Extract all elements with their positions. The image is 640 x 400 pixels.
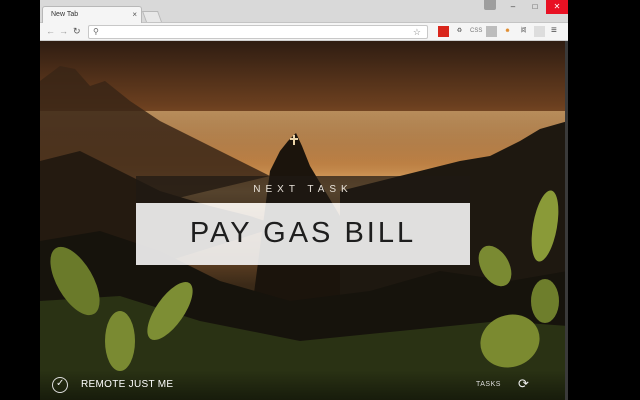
tasks-link[interactable]: TASKS — [476, 381, 501, 388]
app-logo-icon[interactable]: ✓ — [52, 377, 68, 393]
next-task-label: NEXT TASK — [253, 184, 353, 195]
bottom-bar: ✓ REMOTE JUST ME TASKS ⟳ — [40, 370, 568, 400]
ext-smiley-icon[interactable]: ☻ — [502, 26, 513, 37]
reload-icon[interactable]: ↻ — [73, 26, 81, 37]
logo-check: ✓ — [56, 378, 65, 389]
bookmark-star-icon[interactable]: ☆ — [413, 27, 421, 38]
back-icon[interactable]: ← — [46, 26, 55, 36]
menu-icon[interactable]: ≡ — [551, 25, 557, 36]
minimize-button[interactable]: – — [502, 0, 524, 14]
maximize-button[interactable]: □ — [524, 0, 546, 14]
browser-toolbar: ← → ↻ ⚲ ☆ ♻ CSS ☻ 阅 ≡ — [40, 23, 568, 41]
ext-red-icon[interactable] — [438, 26, 449, 37]
next-task-text: PAY GAS BILL — [189, 217, 417, 249]
ext-recycle-icon[interactable]: ♻ — [454, 26, 465, 37]
browser-window: New Tab × – □ ✕ ← → ↻ ⚲ ☆ ♻ CSS ☻ 阅 ≡ NE… — [40, 0, 568, 400]
address-bar[interactable]: ⚲ ☆ — [88, 25, 428, 39]
ext-grid-icon[interactable] — [486, 26, 497, 37]
tab-title: New Tab — [51, 11, 79, 18]
ext-text-icon[interactable]: 阅 — [518, 26, 529, 37]
profile-icon[interactable] — [484, 0, 496, 10]
tab-new-tab[interactable]: New Tab × — [42, 6, 142, 24]
close-button[interactable]: ✕ — [546, 0, 568, 14]
window-controls: – □ ✕ — [502, 0, 568, 14]
new-tab-button[interactable] — [141, 11, 163, 22]
new-tab-page: NEXT TASK PAY GAS BILL ✓ REMOTE JUST ME … — [40, 41, 568, 400]
forward-icon[interactable]: → — [59, 26, 68, 36]
next-task-header: NEXT TASK — [136, 176, 470, 203]
ext-blank-icon[interactable] — [534, 26, 545, 37]
ext-css-icon[interactable]: CSS — [470, 26, 482, 37]
sync-icon[interactable]: ⟳ — [518, 376, 529, 392]
tab-close-icon[interactable]: × — [132, 10, 137, 19]
workspace-name[interactable]: REMOTE JUST ME — [81, 379, 173, 390]
window-edge — [565, 41, 568, 400]
tab-bar: New Tab × – □ ✕ — [40, 0, 568, 24]
next-task-card[interactable]: PAY GAS BILL — [136, 203, 470, 265]
search-icon: ⚲ — [93, 27, 99, 36]
